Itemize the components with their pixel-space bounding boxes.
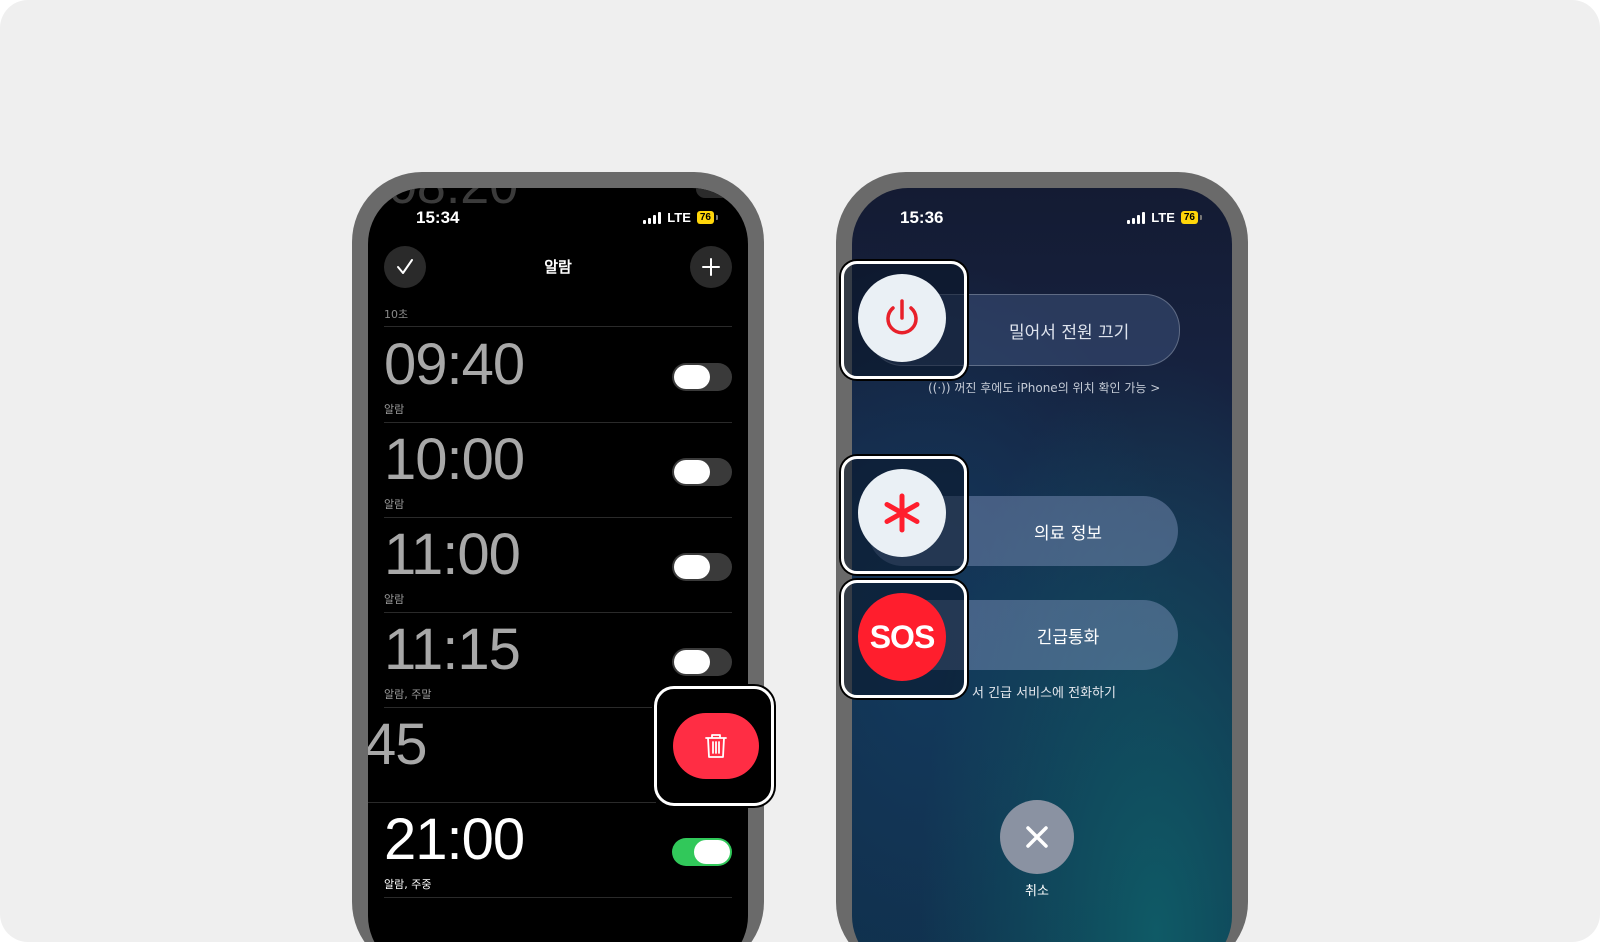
toggle-knob [674,555,710,579]
ghost-alarm-label: 10초 [384,308,409,321]
alarm-row[interactable]: 11:00 알람 [384,517,732,613]
alarm-label: 알람, 주중 [384,878,432,891]
alarm-time: 45 [368,712,428,777]
alarm-toggle[interactable] [672,553,732,581]
signal-icon [643,211,662,224]
sos-hint: 서 긴급 서비스에 전화하기 [972,686,1116,701]
network-type: LTE [667,210,691,225]
battery-icon: 76 [1180,211,1198,224]
alarm-label: 알람 [384,403,405,416]
ghost-toggle [696,188,732,198]
trash-icon [705,734,727,758]
delete-button[interactable] [673,713,759,779]
status-time: 15:34 [416,208,460,227]
sos-knob-highlight: SOS [841,580,967,698]
alarm-toggle[interactable] [672,648,732,676]
alarm-label: 알람, 주말 [384,688,432,701]
alarm-screen: 08:20 15:34 LTE 76 알람 10초 0 [368,188,748,942]
power-knob[interactable] [858,274,946,362]
power-off-label: 밀어서 전원 끄기 [1009,322,1130,343]
alarm-time: 09:40 [384,332,525,397]
delete-highlight [654,686,774,806]
canvas: 08:20 15:34 LTE 76 알람 10초 0 [0,0,1600,942]
cancel-label: 취소 [1025,884,1049,899]
battery-icon: 76 [696,211,714,224]
alarm-label: 알람 [384,593,405,606]
alarm-toggle[interactable] [672,458,732,486]
status-time: 15:36 [900,208,944,227]
alarm-time: 21:00 [384,807,525,872]
alarm-row-swiped[interactable]: 45 [368,707,656,803]
battery-tip [1200,215,1202,220]
toggle-knob [674,460,710,484]
left-phone: 08:20 15:34 LTE 76 알람 10초 0 [352,172,764,942]
alarm-time: 11:15 [384,617,521,682]
close-icon [1026,826,1048,848]
power-icon [886,299,918,335]
add-alarm-button[interactable] [690,246,732,288]
plus-icon [702,258,720,276]
toggle-knob [674,365,710,389]
medical-id-label: 의료 정보 [1034,523,1102,544]
toggle-knob [694,840,730,864]
asterisk-icon [884,493,920,533]
alarm-toggle[interactable] [672,363,732,391]
status-bar: 15:34 LTE 76 [368,208,748,232]
alarm-toggle[interactable] [672,838,732,866]
alarm-label: 알람 [384,498,405,511]
status-indicators: LTE 76 [1127,210,1202,225]
alarm-row[interactable]: 09:40 알람 [384,327,732,423]
battery-tip [716,215,718,220]
find-my-hint[interactable]: ((·)) 꺼진 후에도 iPhone의 위치 확인 가능 > [928,379,1160,396]
power-knob-highlight [841,261,967,379]
cancel-button[interactable] [1000,800,1074,874]
sos-knob[interactable]: SOS [858,593,946,681]
alarm-row[interactable]: 10:00 알람 [384,422,732,518]
medical-knob[interactable] [858,469,946,557]
alarm-time: 11:00 [384,522,521,587]
toggle-knob [674,650,710,674]
alarm-time: 10:00 [384,427,525,492]
medical-knob-highlight [841,456,967,574]
alarm-row[interactable]: 21:00 알람, 주중 [384,802,732,898]
status-bar: 15:36 LTE 76 [852,208,1232,232]
signal-icon [1127,211,1146,224]
network-type: LTE [1151,210,1175,225]
emergency-sos-label: 긴급통화 [1036,627,1100,648]
status-indicators: LTE 76 [643,210,718,225]
